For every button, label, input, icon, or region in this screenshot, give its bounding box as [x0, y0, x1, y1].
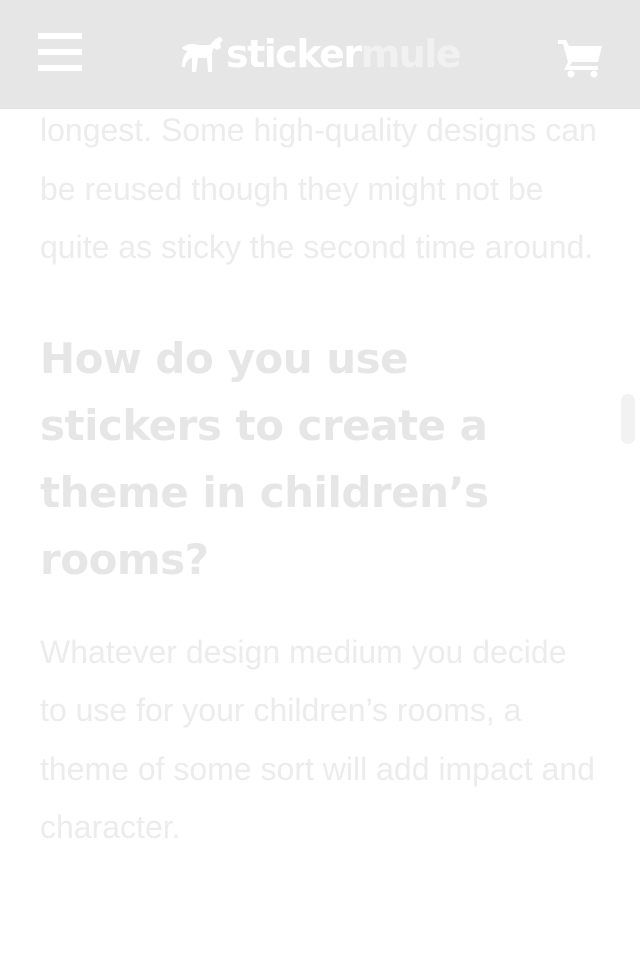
shopping-cart-icon[interactable] [556, 36, 604, 78]
menu-bar-line [38, 65, 82, 71]
scrollbar-thumb[interactable] [621, 394, 635, 444]
paragraph-bottom: Whatever design medium you decide to use… [40, 633, 595, 846]
menu-bar-line [38, 33, 82, 39]
logo-text-mule: mule [360, 32, 462, 76]
paragraph-top: longest. Some high-quality designs can b… [40, 112, 597, 265]
hamburger-menu-icon[interactable] [38, 33, 82, 73]
top-nav-bar: sticker mule [0, 0, 640, 109]
logo-text-sticker: sticker [226, 32, 362, 76]
article-body: longest. Some high-quality designs can b… [40, 101, 600, 857]
page: sticker mule longest. Some high-quality … [0, 0, 640, 959]
section-heading: How do you use stickers to create a them… [40, 333, 489, 584]
mule-logo-icon [182, 37, 223, 72]
site-logo[interactable]: sticker mule [180, 30, 462, 78]
menu-bar-line [38, 49, 82, 55]
